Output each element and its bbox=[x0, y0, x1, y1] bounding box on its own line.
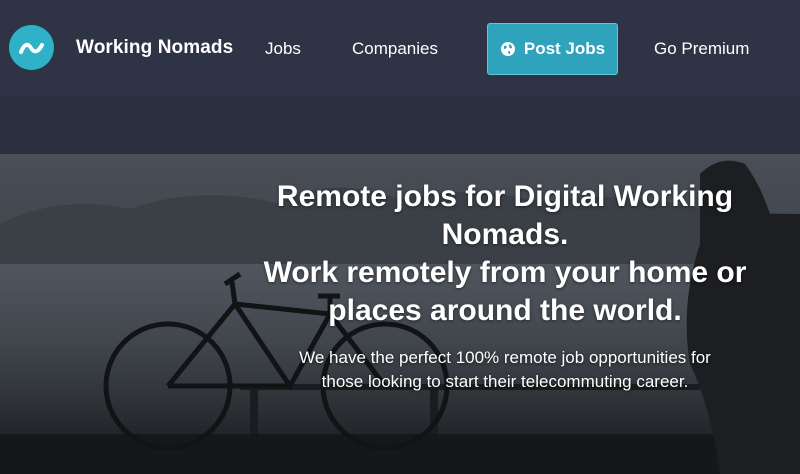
hero-subheadline: We have the perfect 100% remote job oppo… bbox=[210, 346, 800, 394]
nav-link-companies[interactable]: Companies bbox=[352, 39, 438, 59]
post-jobs-label: Post Jobs bbox=[523, 39, 606, 58]
headline-line: Remote jobs for Digital Working bbox=[276, 180, 734, 213]
hero-section: Remote jobs for Digital Working Nomads. … bbox=[0, 154, 800, 474]
subline-line: We have the perfect 100% remote job oppo… bbox=[299, 348, 711, 367]
headline-line: places around the world. bbox=[328, 294, 682, 327]
brand-name[interactable]: Working Nomads bbox=[76, 37, 233, 59]
globe-icon bbox=[500, 41, 516, 57]
subline-line: those looking to start their telecommuti… bbox=[321, 372, 689, 391]
post-jobs-button[interactable]: Post Jobs bbox=[487, 23, 618, 75]
logo-link[interactable] bbox=[9, 25, 54, 70]
nav-link-jobs[interactable]: Jobs bbox=[265, 39, 301, 59]
hero-headline: Remote jobs for Digital Working Nomads. … bbox=[210, 178, 800, 330]
page: Working Nomads Jobs Companies Post Jobs … bbox=[0, 0, 800, 474]
nav-sub-band bbox=[0, 96, 800, 154]
headline-line: Work remotely from your home or bbox=[263, 256, 747, 289]
wave-logo-icon bbox=[18, 42, 44, 54]
nav-link-go-premium[interactable]: Go Premium bbox=[654, 39, 749, 59]
headline-line: Nomads. bbox=[441, 218, 569, 251]
top-navbar: Working Nomads Jobs Companies Post Jobs … bbox=[0, 0, 800, 96]
